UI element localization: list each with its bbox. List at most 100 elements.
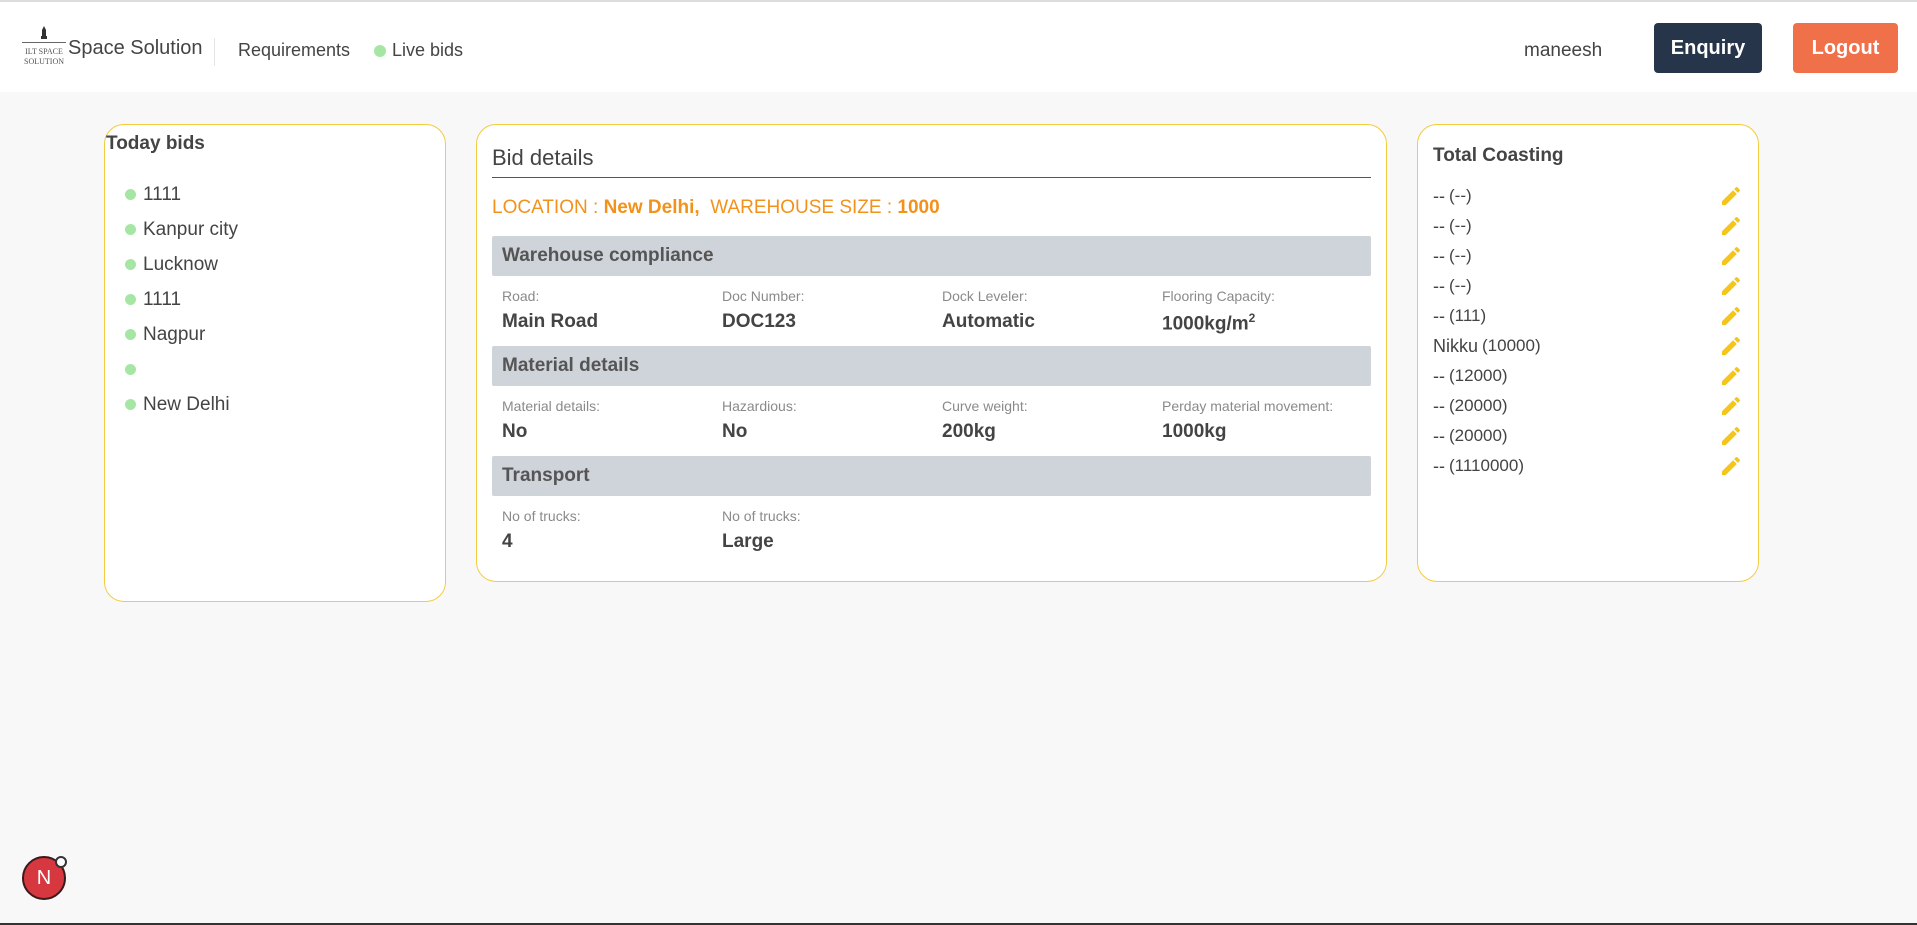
enquiry-button[interactable]: Enquiry [1654,23,1762,73]
field-curve-weight: Curve weight: 200kg [942,398,1152,443]
cost-amount: (--) [1449,216,1472,235]
pencil-icon[interactable] [1719,184,1743,208]
field-dock-leveler: Dock Leveler: Automatic [942,288,1152,333]
cost-list: -- (--) -- (--) -- (--) -- (--) -- (111) Nikku (100… [1433,181,1743,481]
list-item: -- (111) [1433,301,1743,331]
nav-requirements[interactable]: Requirements [238,40,350,61]
field-label: No of trucks: [502,508,581,524]
field-value: 200kg [942,421,996,442]
field-label: Doc Number: [722,288,805,304]
bid-details-panel: Bid details LOCATION : New Delhi, WAREHO… [476,124,1387,582]
list-item: Nikku (10000) [1433,331,1743,361]
field-value: Automatic [942,311,1035,332]
field-value: Main Road [502,311,599,332]
brand-name[interactable]: Space Solution [68,37,203,60]
pencil-icon[interactable] [1719,364,1743,388]
cost-name: -- [1433,455,1445,476]
list-item[interactable]: Kanpur city [125,212,238,247]
field-value: 4 [502,531,513,552]
pencil-icon[interactable] [1719,394,1743,418]
warehouse-size-value: 1000 [897,197,940,218]
status-dot [125,224,136,235]
list-item[interactable] [125,352,238,387]
cost-name: -- [1433,215,1445,236]
notification-dot [55,856,67,868]
field-value: 1000kg/m2 [1162,311,1372,335]
bid-details-title: Bid details [492,145,1371,178]
list-item: -- (1110000) [1433,451,1743,481]
status-dot [125,329,136,340]
field-value: No [722,421,748,442]
field-material-details: Material details: No [502,398,712,443]
cost-name: -- [1433,275,1445,296]
field-hazardious: Hazardious: No [722,398,932,443]
nav-divider [214,38,215,66]
pencil-icon[interactable] [1719,214,1743,238]
pencil-icon[interactable] [1719,304,1743,328]
field-label: Curve weight: [942,398,1028,414]
app-header: ILT SPACE SOLUTION Space Solution Requir… [0,2,1917,92]
list-item[interactable]: 1111 [125,177,238,212]
pencil-icon[interactable] [1719,424,1743,448]
list-item[interactable]: New Delhi [125,387,238,422]
list-item: -- (12000) [1433,361,1743,391]
field-label: Road: [502,288,540,304]
status-dot [125,294,136,305]
field-road: Road: Main Road [502,288,712,333]
cost-amount: (--) [1449,246,1472,265]
pencil-icon[interactable] [1719,244,1743,268]
cost-name: -- [1433,365,1445,386]
field-value: DOC123 [722,311,796,332]
field-value: Large [722,531,774,552]
cost-amount: (20000) [1449,426,1508,445]
field-label: Material details: [502,398,601,414]
cost-name: -- [1433,425,1445,446]
list-item[interactable]: Lucknow [125,247,238,282]
pencil-icon[interactable] [1719,274,1743,298]
bid-label: 1111 [143,183,182,205]
field-label: Perday material movement: [1162,398,1334,414]
svg-text:ILT SPACE: ILT SPACE [25,47,63,56]
status-dot [125,189,136,200]
list-item[interactable]: Nagpur [125,317,238,352]
today-bids-panel: Today bids 1111 Kanpur city Lucknow 1111… [104,124,446,602]
today-bids-list: 1111 Kanpur city Lucknow 1111 Nagpur New… [125,177,238,422]
nav-live-bids[interactable]: Live bids [374,40,463,61]
logout-button[interactable]: Logout [1793,23,1898,73]
logo-icon[interactable]: ILT SPACE SOLUTION [20,24,68,72]
section-transport: Transport [492,456,1371,496]
cost-name: -- [1433,185,1445,206]
section-warehouse-compliance: Warehouse compliance [492,236,1371,276]
total-coasting-panel: Total Coasting -- (--) -- (--) -- (--) -- (--) -… [1417,124,1759,582]
live-status-dot [374,44,386,57]
today-bids-title: Today bids [106,133,205,154]
bid-label: Nagpur [143,323,206,345]
bid-label: New Delhi [143,393,230,415]
cost-amount: (10000) [1482,336,1541,355]
bid-label: 1111 [143,288,182,310]
pencil-icon[interactable] [1719,454,1743,478]
list-item[interactable]: 1111 [125,282,238,317]
field-value: 1000kg [1162,421,1227,442]
pencil-icon[interactable] [1719,334,1743,358]
cost-name: -- [1433,395,1445,416]
cost-amount: (1110000) [1449,456,1524,475]
cost-name: -- [1433,305,1445,326]
location-label: LOCATION : [492,197,604,218]
field-truck-size: No of trucks: Large [722,508,932,553]
bid-label: Lucknow [143,253,218,275]
field-label: Flooring Capacity: [1162,288,1275,304]
location-value: New Delhi, [603,197,700,218]
cost-amount: (111) [1449,306,1487,325]
cost-amount: (12000) [1449,366,1508,385]
field-label: Hazardious: [722,398,797,414]
status-dot [125,364,136,375]
field-value: No [502,421,528,442]
cost-amount: (--) [1449,276,1472,295]
cost-amount: (--) [1449,186,1472,205]
list-item: -- (--) [1433,181,1743,211]
field-label: No of trucks: [722,508,801,524]
list-item: -- (--) [1433,271,1743,301]
field-flooring-capacity: Flooring Capacity: 1000kg/m2 [1162,288,1372,335]
status-dot [125,399,136,410]
